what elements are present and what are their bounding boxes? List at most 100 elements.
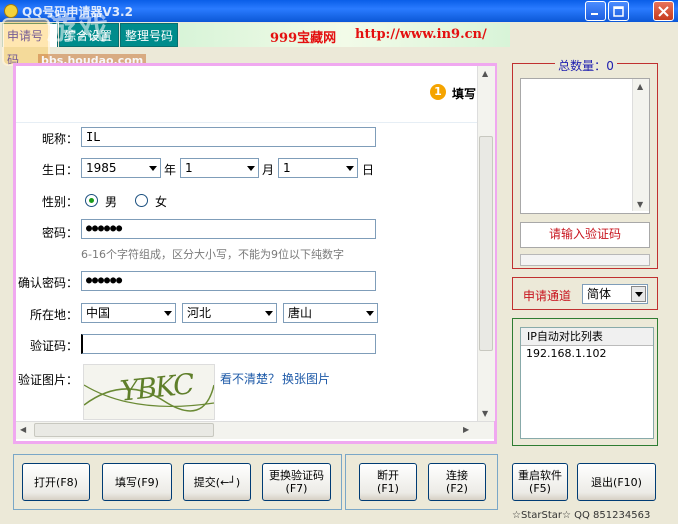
form-horizontal-scrollbar[interactable]: ◀ ▶	[16, 421, 494, 439]
disconnect-button[interactable]: 断开 (F1)	[359, 463, 417, 501]
gender-female-label: 女	[155, 195, 168, 209]
step-badge: 1	[430, 84, 446, 100]
number-list[interactable]: ▲ ▼	[520, 78, 650, 214]
connect-line1: 连接	[446, 469, 468, 482]
maximize-button[interactable]	[608, 1, 629, 21]
gender-female-radio[interactable]	[135, 194, 148, 207]
channel-select[interactable]: 简体	[582, 284, 648, 304]
minimize-button[interactable]	[585, 1, 606, 21]
country-select[interactable]: 中国	[81, 303, 176, 323]
submit-button-label: 提交(←┘)	[193, 475, 241, 489]
progress-bar	[520, 254, 650, 266]
captcha-label: 验证码：	[29, 339, 78, 353]
confirm-password-input[interactable]: ●●●●●●	[81, 271, 376, 291]
gender-label: 性别：	[41, 195, 78, 209]
scroll-up-icon[interactable]: ▲	[482, 69, 488, 78]
captcha-image: YBKC	[83, 364, 215, 420]
footer-credit: ☆StarStar☆ QQ 851234563	[512, 510, 651, 521]
scroll-right-icon[interactable]: ▶	[463, 425, 469, 434]
captcha-unclear-link[interactable]: 看不清楚？	[220, 370, 280, 387]
vertical-scroll-thumb[interactable]	[479, 136, 493, 351]
chevron-down-icon	[265, 311, 273, 316]
tab-apply-number[interactable]: 申请号码	[2, 23, 58, 67]
nickname-label: 昵称：	[41, 132, 78, 146]
month-unit: 月	[262, 163, 275, 177]
gender-male-radio[interactable]	[85, 194, 98, 207]
scroll-left-icon[interactable]: ◀	[20, 425, 26, 434]
chevron-down-icon	[346, 166, 354, 171]
ip-list-group: IP自动对比列表 192.168.1.102	[512, 318, 658, 446]
banner-brand: 999宝藏网	[270, 31, 337, 46]
exit-button[interactable]: 退出(F10)	[577, 463, 656, 501]
scroll-up-icon[interactable]: ▲	[637, 82, 643, 91]
close-button[interactable]	[653, 1, 674, 21]
confirm-password-label: 确认密码：	[17, 276, 78, 290]
year-unit: 年	[164, 163, 177, 177]
app-icon	[4, 4, 18, 18]
title-bar[interactable]: QQ号码申请器V3.2	[0, 0, 678, 22]
submit-button[interactable]: 提交(←┘)	[183, 463, 251, 501]
total-count-caption: 总数量：0	[513, 57, 659, 74]
horizontal-scroll-thumb[interactable]	[34, 423, 214, 437]
registration-form-panel: 1 填写 昵称： IL 生日： 1985 年 1 月 1 日 性别： 男 女 密…	[13, 63, 497, 444]
nickname-input[interactable]: IL	[81, 127, 376, 147]
captcha-input[interactable]	[81, 334, 376, 354]
scroll-down-icon[interactable]: ▼	[637, 200, 643, 209]
birth-month-value: 1	[185, 161, 193, 175]
change-image-link[interactable]: 换张图片	[282, 370, 330, 387]
window-title: QQ号码申请器V3.2	[22, 5, 133, 19]
location-label: 所在地：	[29, 308, 78, 322]
password-hint: 6-16个字符组成，区分大小写，不能为9位以下纯数字	[81, 248, 344, 261]
tab-bar: 申请号码 综合设置 整理号码 999宝藏网 http://www.in9.cn/	[0, 23, 678, 67]
birthday-label: 生日：	[41, 163, 78, 177]
city-select[interactable]: 唐山	[283, 303, 378, 323]
captcha-prompt: 请输入验证码	[520, 222, 650, 248]
password-label: 密码：	[41, 226, 78, 240]
channel-dropdown-button[interactable]	[631, 286, 646, 302]
change-captcha-line1: 更换验证码	[269, 469, 324, 482]
gender-male-label: 男	[105, 195, 118, 209]
birth-year-value: 1985	[86, 161, 117, 175]
province-value: 河北	[187, 306, 212, 320]
captcha-image-label: 验证图片：	[17, 373, 78, 387]
ip-list-header: IP自动对比列表	[521, 328, 653, 346]
maximize-icon	[613, 6, 624, 17]
open-button[interactable]: 打开(F8)	[22, 463, 90, 501]
form-vertical-scrollbar[interactable]: ▲ ▼	[477, 66, 495, 421]
restart-line1: 重启软件	[518, 469, 562, 482]
change-captcha-button[interactable]: 更换验证码 (F7)	[262, 463, 331, 501]
province-select[interactable]: 河北	[182, 303, 277, 323]
channel-value: 简体	[587, 287, 612, 301]
day-unit: 日	[362, 163, 375, 177]
ad-banner[interactable]: 999宝藏网 http://www.in9.cn/	[180, 23, 510, 47]
channel-group: 申请通道 简体	[512, 277, 658, 310]
ip-list[interactable]: IP自动对比列表 192.168.1.102	[520, 327, 654, 439]
restart-button[interactable]: 重启软件 (F5)	[512, 463, 568, 501]
city-value: 唐山	[288, 306, 313, 320]
scroll-down-icon[interactable]: ▼	[482, 409, 488, 418]
chevron-down-icon	[149, 166, 157, 171]
change-captcha-line2: (F7)	[285, 482, 308, 495]
open-button-label: 打开(F8)	[34, 475, 78, 489]
step-title: 填写	[452, 87, 477, 101]
chevron-down-icon	[635, 292, 643, 297]
total-count-label: 总数量：	[558, 59, 607, 73]
tab-organize-numbers[interactable]: 整理号码	[120, 23, 178, 47]
connect-button[interactable]: 连接 (F2)	[428, 463, 486, 501]
exit-button-label: 退出(F10)	[591, 475, 642, 489]
fill-button[interactable]: 填写(F9)	[102, 463, 172, 501]
tab-settings[interactable]: 综合设置	[59, 23, 119, 47]
fill-button-label: 填写(F9)	[115, 475, 159, 489]
number-list-scrollbar[interactable]: ▲ ▼	[632, 79, 649, 211]
birth-day-value: 1	[283, 161, 291, 175]
channel-label: 申请通道	[523, 289, 572, 303]
birth-day-select[interactable]: 1	[278, 158, 358, 178]
ip-list-item[interactable]: 192.168.1.102	[521, 346, 653, 362]
registration-form: 1 填写 昵称： IL 生日： 1985 年 1 月 1 日 性别： 男 女 密…	[16, 66, 477, 421]
disconnect-line2: (F1)	[377, 482, 399, 495]
birth-year-select[interactable]: 1985	[81, 158, 161, 178]
close-icon	[658, 6, 669, 17]
birth-month-select[interactable]: 1	[180, 158, 259, 178]
minimize-icon	[591, 13, 598, 15]
password-input[interactable]: ●●●●●●	[81, 219, 376, 239]
